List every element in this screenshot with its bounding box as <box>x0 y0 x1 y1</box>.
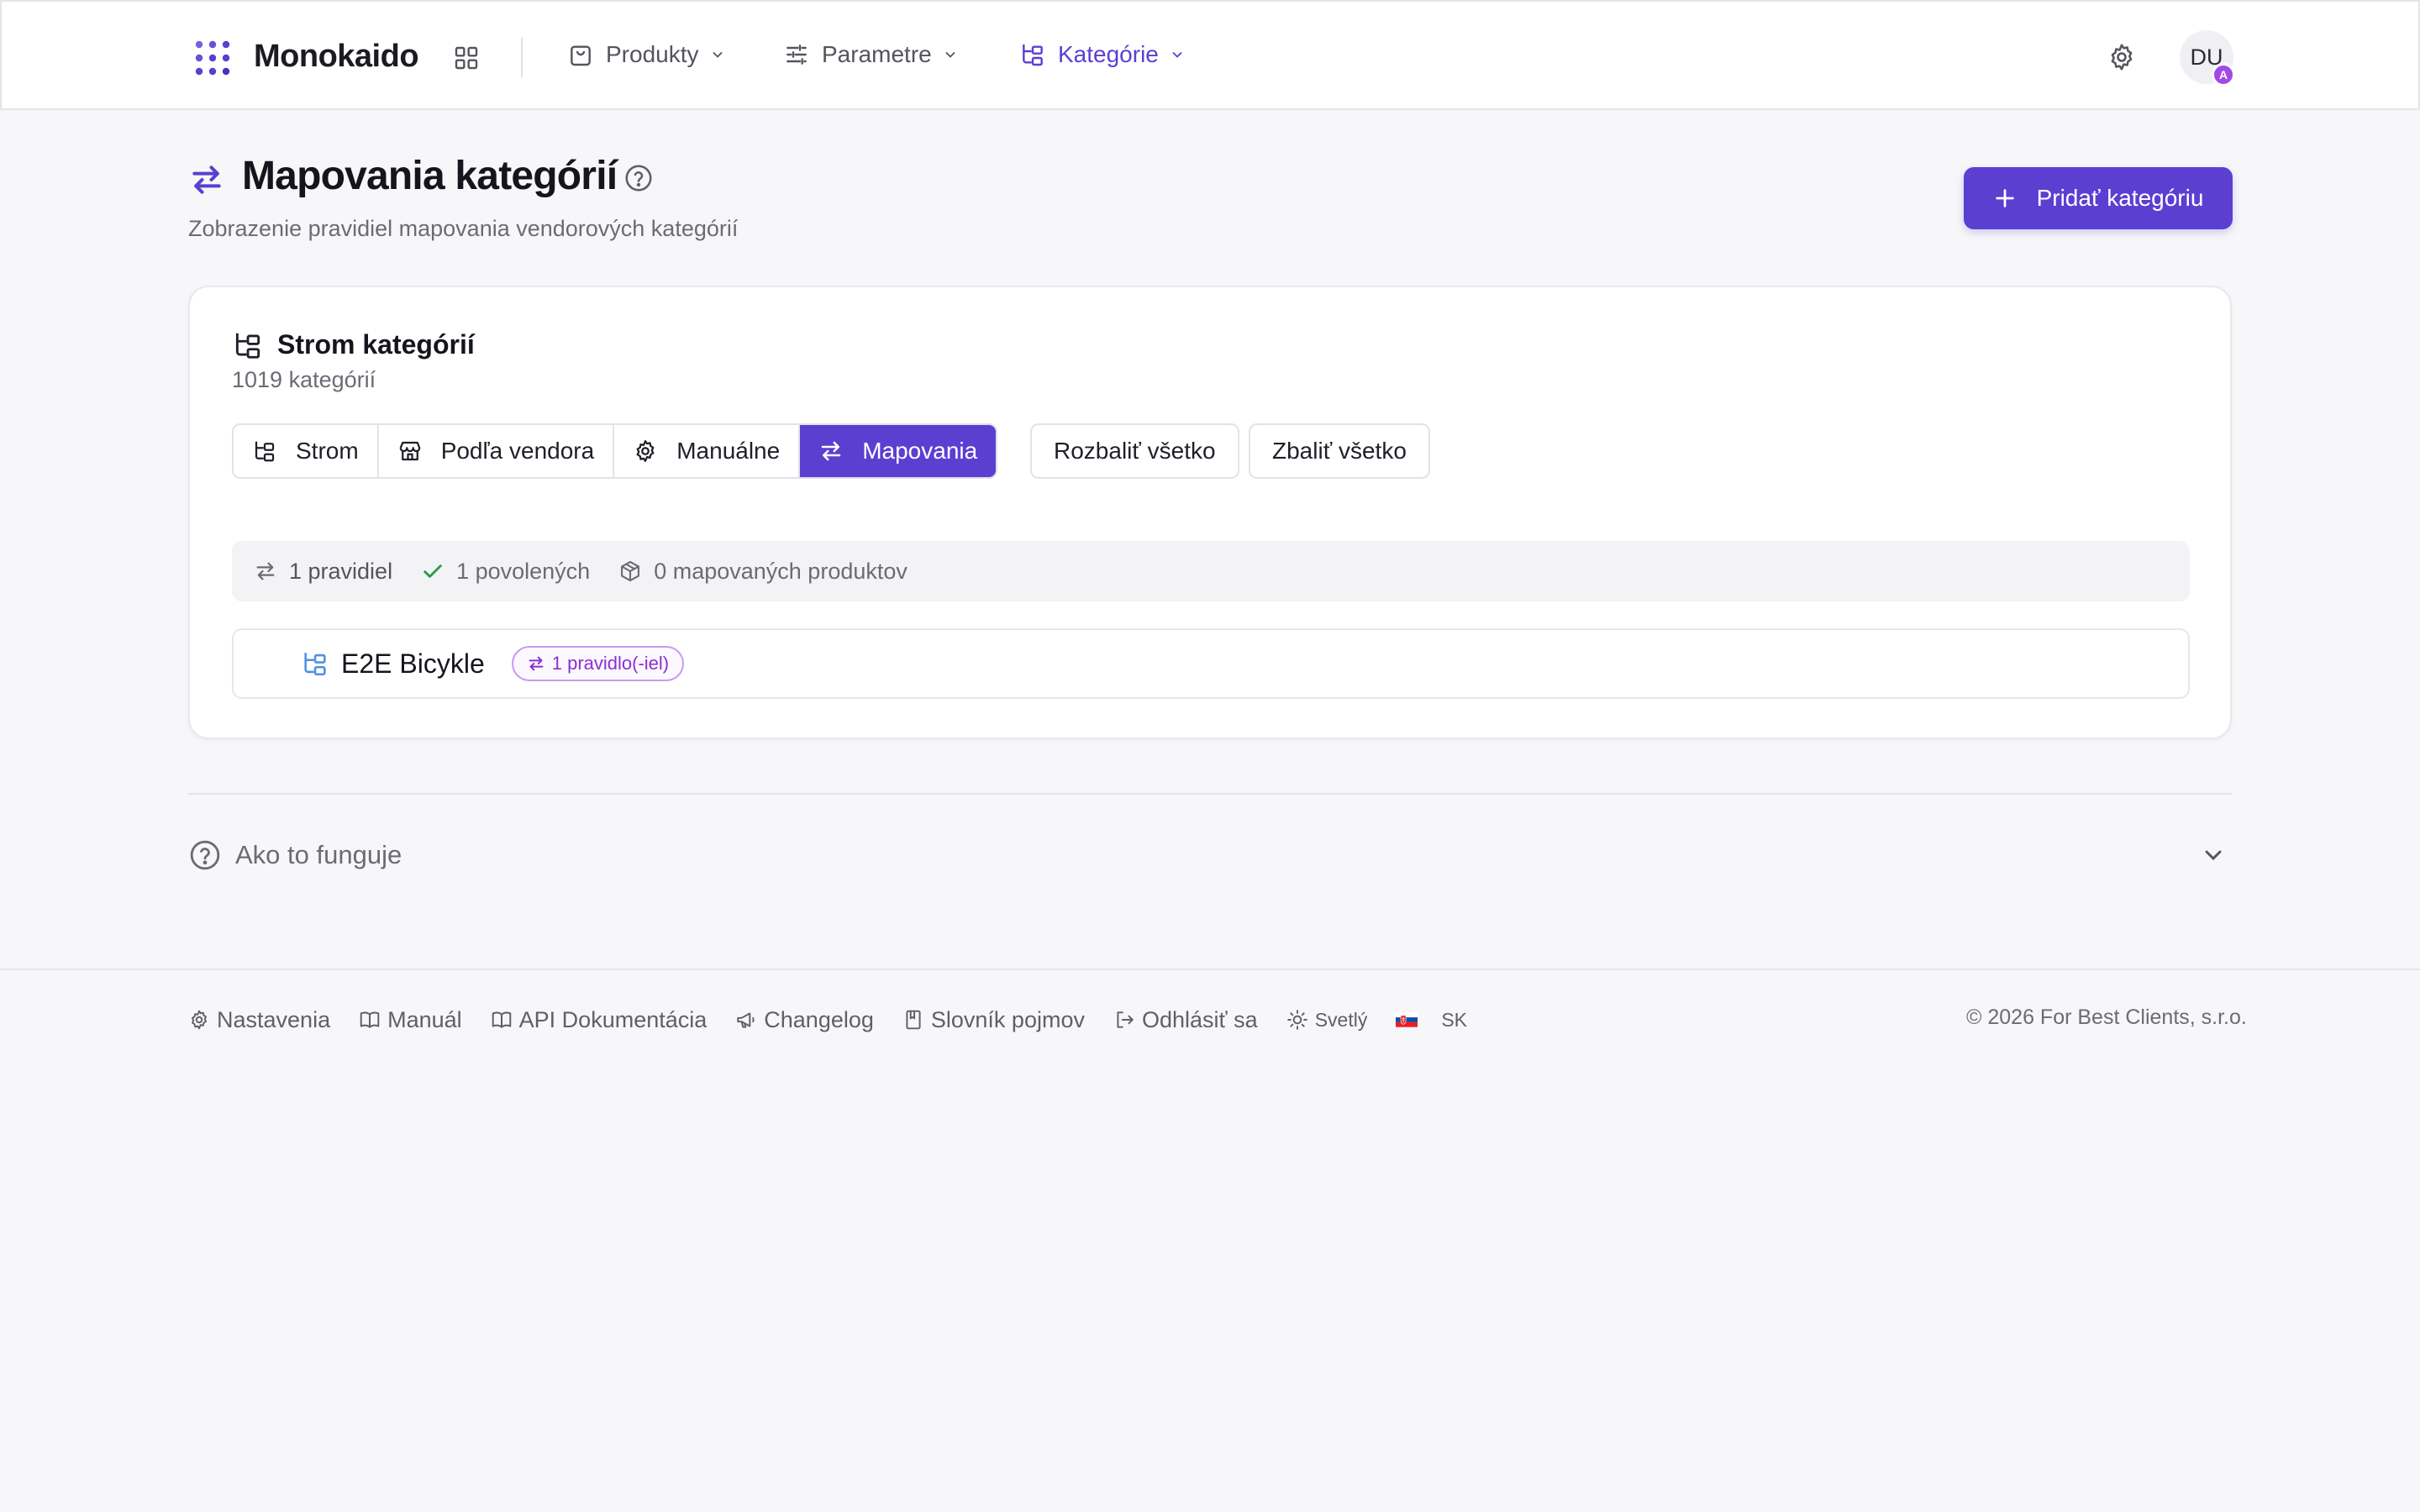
footer-link-label: API Dokumentácia <box>518 1006 708 1032</box>
nav-divider <box>521 37 523 77</box>
collapse-all-button[interactable]: Zbaliť všetko <box>1249 423 1430 479</box>
chevron-down-icon <box>945 51 955 58</box>
book-icon <box>360 1011 380 1028</box>
arrows-swap-icon <box>192 165 221 194</box>
footer-link-changelog[interactable]: Changelog <box>735 1007 874 1033</box>
sun-icon <box>1286 1010 1307 1030</box>
package-icon <box>621 560 640 582</box>
nav-item-products[interactable]: Produkty <box>567 34 726 76</box>
nav-item-label: Kategórie <box>1058 41 1159 67</box>
category-tree-card: Strom kategórií 1019 kategórií Strom Pod… <box>188 286 2232 739</box>
book-icon <box>492 1011 511 1028</box>
footer-link-manual[interactable]: Manuál <box>359 1007 462 1033</box>
logout-icon <box>1117 1011 1134 1028</box>
chevron-down-icon <box>712 51 723 58</box>
nav-item-label: Parametre <box>822 41 932 67</box>
rule-count-badge[interactable]: 1 pravidlo(-iel) <box>511 646 685 681</box>
section-divider <box>188 793 2232 795</box>
nav-item-label: Produkty <box>606 41 699 67</box>
view-mode-tabs: Strom Podľa vendora Manuálne Mapovania <box>232 423 998 479</box>
folder-tree-icon <box>235 333 260 359</box>
category-row[interactable]: E2E Bicykle 1 pravidlo(-iel) <box>232 628 2190 699</box>
settings-gear-icon[interactable] <box>2107 42 2137 72</box>
tree-icon <box>255 441 275 462</box>
avatar-role-badge: A <box>2212 63 2235 87</box>
app-logo-text[interactable]: Monokaido <box>254 39 419 75</box>
tab-label: Podľa vendora <box>440 438 595 464</box>
add-category-label: Pridať kategóriu <box>2036 185 2204 211</box>
store-icon <box>399 441 421 461</box>
footer-links: Nastavenia Manuál API Dokumentácia Chang… <box>188 1003 1496 1037</box>
slovakia-flag-icon <box>1396 1012 1418 1027</box>
category-name: E2E Bicykle <box>341 648 485 679</box>
footer-link-settings[interactable]: Nastavenia <box>188 1007 330 1033</box>
add-category-button[interactable]: Pridať kategóriu <box>1964 167 2233 229</box>
sliders-icon <box>786 45 807 65</box>
page-subtitle: Zobrazenie pravidiel mapovania vendorový… <box>188 216 739 241</box>
stat-mapped-products: 0 mapovaných produktov <box>618 559 908 585</box>
footer-link-logout[interactable]: Odhlásiť sa <box>1113 1007 1258 1033</box>
footer-link-label: Changelog <box>764 1006 874 1032</box>
check-icon <box>424 564 442 578</box>
stat-allowed: 1 povolených <box>421 559 590 585</box>
arrows-swap-icon <box>821 441 841 461</box>
stat-mapped-text: 0 mapovaných produktov <box>654 558 908 584</box>
footer-link-api-docs[interactable]: API Dokumentácia <box>491 1006 708 1033</box>
stat-allowed-text: 1 povolených <box>456 558 591 584</box>
bookmark-icon <box>906 1010 921 1030</box>
help-circle-icon[interactable] <box>623 163 654 193</box>
language-switcher[interactable]: SK <box>1396 1009 1467 1032</box>
megaphone-icon <box>737 1012 755 1028</box>
tab-manual[interactable]: Manuálne <box>614 425 801 477</box>
folder-tree-icon <box>1023 45 1043 66</box>
tab-mappings[interactable]: Mapovania <box>800 425 997 477</box>
plus-icon <box>1995 189 2014 207</box>
tab-label: Mapovania <box>862 438 978 464</box>
top-navigation: Monokaido Produkty Parametre Kategórie D… <box>0 0 2420 110</box>
logo-dots-icon <box>195 40 230 76</box>
shopping-bag-icon <box>571 45 591 66</box>
help-circle-icon <box>190 840 220 870</box>
tab-label: Strom <box>296 438 359 464</box>
footer-link-glossary[interactable]: Slovník pojmov <box>902 1007 1085 1033</box>
arrows-swap-icon <box>256 562 275 580</box>
category-count: 1019 kategórií <box>232 367 376 392</box>
footer-link-label: Nastavenia <box>217 1006 331 1032</box>
chevron-down-icon[interactable] <box>2200 842 2227 869</box>
page-title: Mapovania kategórií <box>242 154 618 198</box>
nav-item-parameters[interactable]: Parametre <box>783 34 959 76</box>
tab-by-vendor[interactable]: Podľa vendora <box>378 425 615 477</box>
how-it-works-toggle[interactable]: Ako to funguje <box>235 840 402 870</box>
expand-all-button[interactable]: Rozbaliť všetko <box>1030 423 1239 479</box>
theme-label: Svetlý <box>1314 1008 1368 1031</box>
tab-label: Manuálne <box>676 438 781 464</box>
rule-count-text: 1 pravidlo(-iel) <box>551 653 670 674</box>
card-title: Strom kategórií <box>277 329 475 360</box>
folder-tree-icon <box>304 653 326 676</box>
language-label: SK <box>1441 1008 1468 1031</box>
footer-link-label: Odhlásiť sa <box>1141 1006 1258 1032</box>
copyright-text: © 2026 For Best Clients, s.r.o. <box>1966 1005 2247 1029</box>
footer-link-label: Manuál <box>387 1006 462 1032</box>
mapping-stats-bar: 1 pravidiel 1 povolených 0 mapovaných pr… <box>232 541 2190 601</box>
stat-rules-text: 1 pravidiel <box>289 558 393 584</box>
apps-grid-icon[interactable] <box>453 45 480 71</box>
stat-rules: 1 pravidiel <box>254 559 392 585</box>
arrows-swap-icon <box>529 656 544 671</box>
tab-tree[interactable]: Strom <box>234 425 379 477</box>
nav-item-categories[interactable]: Kategórie <box>1019 34 1186 76</box>
chevron-down-icon <box>1172 51 1182 58</box>
footer-link-label: Slovník pojmov <box>930 1006 1085 1032</box>
gear-icon <box>192 1010 207 1030</box>
gear-icon <box>636 440 655 462</box>
theme-toggle[interactable]: Svetlý <box>1286 1008 1368 1032</box>
footer-divider <box>0 969 2420 970</box>
